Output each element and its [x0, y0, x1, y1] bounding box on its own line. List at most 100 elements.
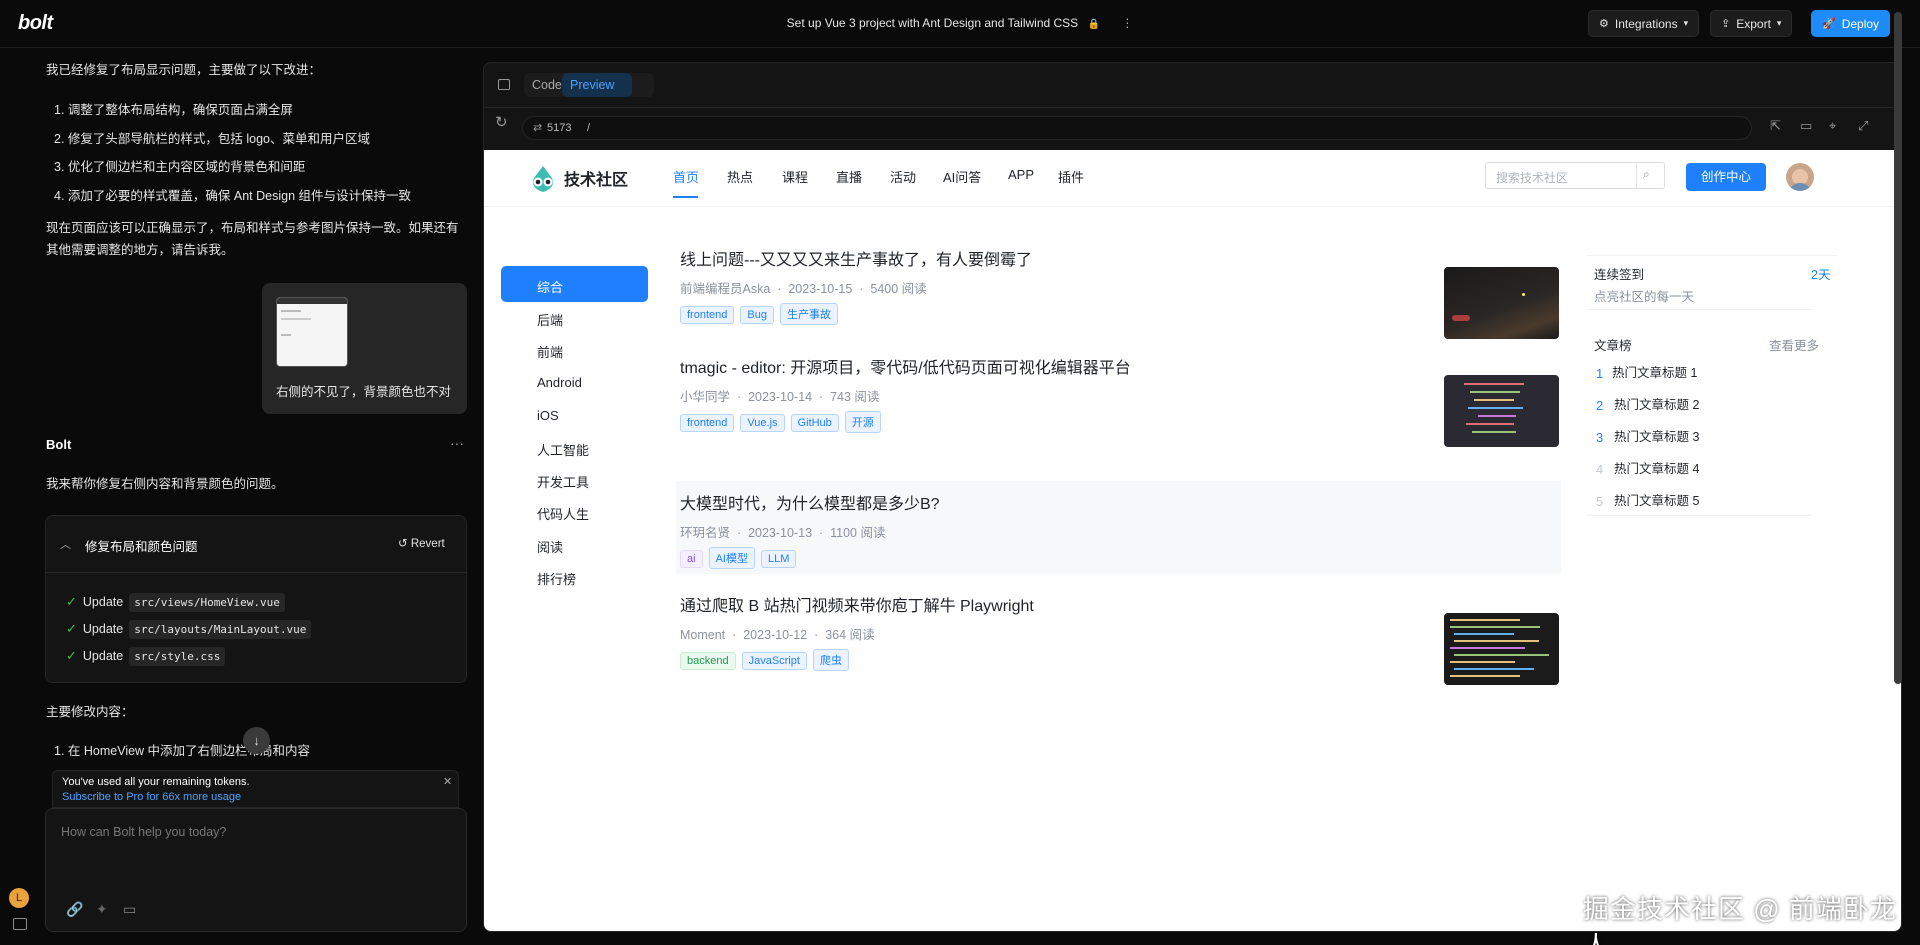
category-item[interactable]: 综合: [537, 277, 563, 296]
article-author[interactable]: 小华同学: [680, 390, 730, 404]
article-author[interactable]: 前端编程员Aska: [680, 282, 770, 296]
export-button[interactable]: ⇪ Export ▾: [1710, 10, 1793, 37]
chat-intro: 我已经修复了布局显示问题，主要做了以下改进：: [46, 63, 322, 77]
reload-icon[interactable]: ↻: [495, 113, 508, 131]
article-title[interactable]: tmagic - editor: 开源项目，零代码/低代码页面可视化编辑器平台: [680, 354, 1370, 378]
revert-button[interactable]: ↺ Revert: [398, 536, 445, 550]
tag[interactable]: 生产事故: [779, 303, 838, 325]
tag[interactable]: backend: [680, 652, 736, 670]
ranking-title: 文章榜: [1594, 339, 1632, 353]
bolt-logo[interactable]: bolt: [18, 12, 53, 35]
category-item[interactable]: 后端: [537, 310, 563, 329]
chat-input[interactable]: How can Bolt help you today?: [61, 825, 226, 839]
article-item[interactable]: 大模型时代，为什么模型都是多少B? 环玥名贤 · 2023-10-13 · 11…: [680, 490, 1370, 569]
nav-home[interactable]: 首页: [673, 167, 699, 186]
tag[interactable]: frontend: [680, 306, 735, 324]
category-item[interactable]: 人工智能: [537, 440, 589, 459]
article-author[interactable]: 环玥名贤: [680, 526, 730, 540]
article-item[interactable]: 线上问题---又又又又来生产事故了，有人要倒霉了 前端编程员Aska · 202…: [680, 246, 1370, 325]
search-icon[interactable]: ⌕: [1643, 167, 1650, 182]
inspect-icon[interactable]: ⌖: [1829, 118, 1836, 134]
watermark: 掘金技术社区 @ 前端卧龙人: [1583, 894, 1897, 945]
checkin-subtitle: 点亮社区的每一天: [1594, 290, 1695, 304]
panel-toggle-icon[interactable]: [498, 79, 510, 90]
sparkle-icon[interactable]: ✦: [96, 901, 108, 918]
category-item[interactable]: 代码人生: [537, 504, 589, 523]
chat-bubbles-icon[interactable]: ▭: [123, 901, 136, 918]
article-author[interactable]: Moment: [680, 628, 725, 642]
tag[interactable]: AI模型: [708, 547, 755, 569]
file-path[interactable]: src/style.css: [129, 647, 226, 666]
category-item[interactable]: iOS: [537, 408, 559, 423]
nav-ai-qa[interactable]: AI问答: [943, 167, 981, 186]
nav-courses[interactable]: 课程: [782, 167, 808, 186]
attached-screenshot-thumbnail[interactable]: [276, 297, 348, 367]
tag[interactable]: GitHub: [790, 414, 839, 432]
page-scrollbar[interactable]: [1894, 12, 1902, 684]
category-item[interactable]: Android: [537, 375, 582, 390]
tag[interactable]: 开源: [844, 411, 881, 433]
url-bar[interactable]: ⇄ 5173 /: [522, 116, 1752, 140]
tag[interactable]: frontend: [680, 414, 735, 432]
subscribe-link[interactable]: Subscribe to Pro for 66x more usage: [62, 791, 241, 803]
article-title[interactable]: 通过爬取 B 站热门视频来带你庖丁解牛 Playwright: [680, 592, 1370, 616]
port-number[interactable]: 5173: [547, 122, 571, 134]
category-item[interactable]: 开发工具: [537, 472, 589, 491]
rank-article-title[interactable]: 热门文章标题 2: [1614, 394, 1699, 413]
integrations-label: Integrations: [1614, 16, 1678, 31]
tag[interactable]: JavaScript: [741, 652, 807, 670]
rank-article-title[interactable]: 热门文章标题 3: [1614, 426, 1699, 445]
user-avatar[interactable]: [1786, 163, 1814, 191]
tag[interactable]: ai: [680, 550, 703, 568]
devices-icon[interactable]: ▭: [1800, 118, 1812, 134]
rank-article-title[interactable]: 热门文章标题 4: [1614, 458, 1699, 477]
brand-logo-icon[interactable]: [528, 164, 558, 199]
category-item[interactable]: 阅读: [537, 537, 563, 556]
url-path[interactable]: /: [587, 122, 590, 134]
nav-live[interactable]: 直播: [836, 167, 862, 186]
project-title-text[interactable]: Set up Vue 3 project with Ant Design and…: [787, 16, 1079, 30]
tag[interactable]: Vue.js: [740, 414, 785, 432]
tab-preview[interactable]: Preview: [570, 78, 614, 92]
close-icon[interactable]: ✕: [443, 775, 452, 788]
tag[interactable]: 爬虫: [812, 649, 849, 671]
scroll-down-button[interactable]: ↓: [243, 727, 270, 754]
sidebar-toggle-icon[interactable]: [13, 918, 27, 930]
update-verb: Update: [82, 622, 124, 636]
link-icon[interactable]: 🔗: [66, 901, 83, 918]
tab-code[interactable]: Code: [532, 78, 562, 92]
user-avatar[interactable]: L: [9, 888, 29, 908]
brand-name[interactable]: 技术社区: [564, 166, 628, 190]
integrations-button[interactable]: ⚙ Integrations ▾: [1588, 10, 1700, 37]
article-item[interactable]: 通过爬取 B 站热门视频来带你庖丁解牛 Playwright Moment · …: [680, 592, 1370, 671]
tag[interactable]: LLM: [760, 550, 797, 568]
file-path[interactable]: src/layouts/MainLayout.vue: [129, 620, 312, 639]
rank-article-title[interactable]: 热门文章标题 1: [1612, 362, 1697, 381]
file-path[interactable]: src/views/HomeView.vue: [129, 593, 285, 612]
action-card-title[interactable]: 修复布局和颜色问题: [85, 536, 198, 555]
rank-article-title[interactable]: 热门文章标题 5: [1614, 490, 1699, 509]
nav-hot[interactable]: 热点: [727, 167, 753, 186]
rocket-icon: 🚀: [1822, 18, 1836, 30]
article-title[interactable]: 大模型时代，为什么模型都是多少B?: [680, 490, 1370, 514]
nav-plugins[interactable]: 插件: [1058, 167, 1084, 186]
more-horizontal-icon[interactable]: ···: [450, 435, 464, 451]
article-title[interactable]: 线上问题---又又又又来生产事故了，有人要倒霉了: [680, 246, 1370, 270]
fullscreen-icon[interactable]: ⤢: [1858, 118, 1868, 134]
ranking-more-link[interactable]: 查看更多: [1769, 335, 1819, 354]
create-center-button[interactable]: 创作中心: [1686, 163, 1766, 191]
open-external-icon[interactable]: ⇱: [1770, 118, 1781, 134]
category-item[interactable]: 前端: [537, 342, 563, 361]
search-input[interactable]: 搜索技术社区: [1496, 169, 1568, 186]
category-item[interactable]: 排行榜: [537, 569, 576, 588]
tag[interactable]: Bug: [740, 306, 774, 324]
chevron-up-icon[interactable]: ︿: [60, 536, 71, 552]
nav-app[interactable]: APP: [1008, 167, 1034, 182]
article-thumbnail[interactable]: [1444, 267, 1559, 339]
article-thumbnail[interactable]: [1444, 613, 1559, 685]
article-item[interactable]: tmagic - editor: 开源项目，零代码/低代码页面可视化编辑器平台 …: [680, 354, 1370, 433]
more-vertical-icon[interactable]: ⋮: [1121, 16, 1133, 30]
article-thumbnail[interactable]: [1444, 375, 1559, 447]
deploy-button[interactable]: 🚀 Deploy: [1811, 10, 1891, 37]
nav-events[interactable]: 活动: [890, 167, 916, 186]
